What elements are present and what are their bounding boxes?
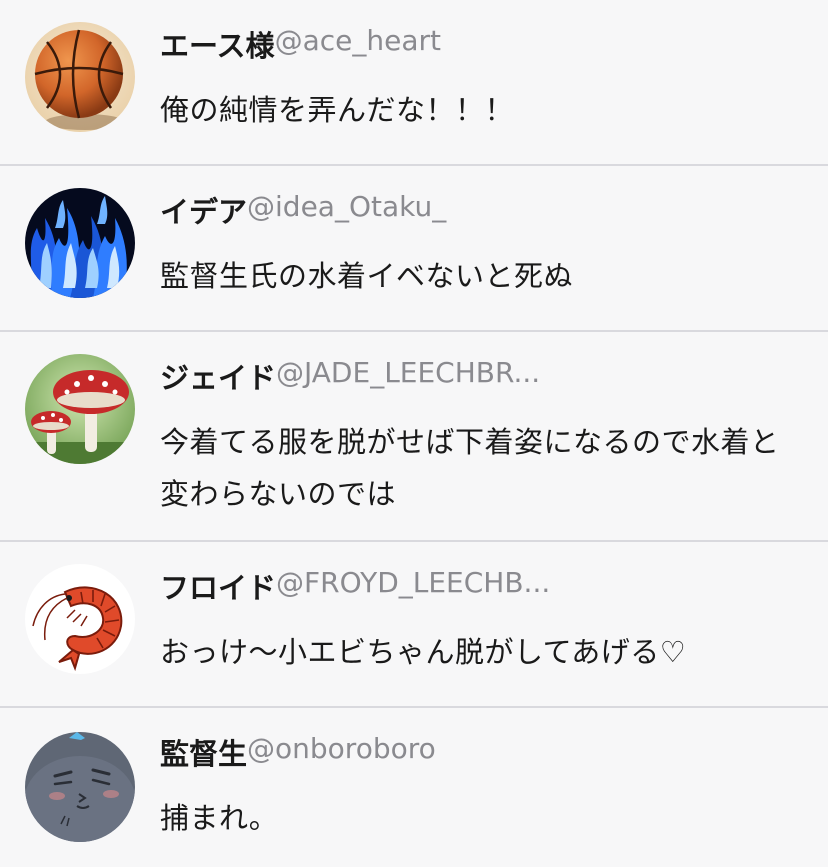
blue-flame-icon (25, 188, 135, 298)
avatar[interactable] (25, 564, 135, 674)
display-name[interactable]: 監督生 (160, 737, 247, 771)
user-handle[interactable]: @onboroboro (247, 732, 436, 765)
display-name[interactable]: エース様 (160, 29, 275, 63)
tweet-header: 監督生@onboroboro (160, 732, 798, 776)
tweet-header: ジェイド@JADE_LEECHBR... (160, 356, 798, 400)
grey-cat-icon (25, 732, 135, 842)
tweet-header: エース様@ace_heart (160, 24, 798, 68)
tweet-text: おっけ〜小エビちゃん脱がしてあげる♡ (160, 635, 687, 669)
tweet-content: 監督生@onboroboro 捕まれ。 (160, 732, 798, 844)
user-handle[interactable]: @ace_heart (275, 24, 441, 57)
tweet-text: 監督生氏の水着イベないと死ぬ (160, 259, 574, 293)
tweet-content: エース様@ace_heart 俺の純情を弄んだな！！！ (160, 24, 798, 136)
tweet-item[interactable]: エース様@ace_heart 俺の純情を弄んだな！！！ (0, 0, 828, 166)
tweet-text: 俺の純情を弄んだな！！！ (160, 93, 515, 127)
tweet-item[interactable]: フロイド@FROYD_LEECHB... おっけ〜小エビちゃん脱がしてあげる♡ (0, 542, 828, 708)
user-handle[interactable]: @JADE_LEECHBR... (276, 356, 540, 389)
tweet-text: 捕まれ。 (160, 801, 279, 835)
avatar[interactable] (25, 732, 135, 842)
tweet-content: フロイド@FROYD_LEECHB... おっけ〜小エビちゃん脱がしてあげる♡ (160, 566, 798, 678)
avatar[interactable] (25, 22, 135, 132)
user-handle[interactable]: @idea_Otaku_ (247, 190, 446, 223)
tweet-header: フロイド@FROYD_LEECHB... (160, 566, 798, 610)
tweet-content: イデア@idea_Otaku_ 監督生氏の水着イベないと死ぬ (160, 190, 798, 302)
tweet-item[interactable]: ジェイド@JADE_LEECHBR... 今着てる服を脱がせば下着姿になるので水… (0, 332, 828, 542)
user-handle[interactable]: @FROYD_LEECHB... (276, 566, 550, 599)
avatar[interactable] (25, 354, 135, 464)
tweet-header: イデア@idea_Otaku_ (160, 190, 798, 234)
mushroom-icon (25, 354, 135, 464)
tweet-item[interactable]: イデア@idea_Otaku_ 監督生氏の水着イベないと死ぬ (0, 166, 828, 332)
display-name[interactable]: イデア (160, 195, 247, 229)
tweet-content: ジェイド@JADE_LEECHBR... 今着てる服を脱がせば下着姿になるので水… (160, 356, 798, 520)
tweet-item[interactable]: 監督生@onboroboro 捕まれ。 (0, 708, 828, 867)
shrimp-icon (25, 564, 135, 674)
basketball-icon (25, 22, 135, 132)
tweet-text: 今着てる服を脱がせば下着姿になるので水着と変わらないのでは (160, 425, 780, 511)
tweet-feed: エース様@ace_heart 俺の純情を弄んだな！！！ イデア@idea_Ota… (0, 0, 828, 867)
display-name[interactable]: ジェイド (160, 361, 276, 395)
display-name[interactable]: フロイド (160, 571, 276, 605)
avatar[interactable] (25, 188, 135, 298)
